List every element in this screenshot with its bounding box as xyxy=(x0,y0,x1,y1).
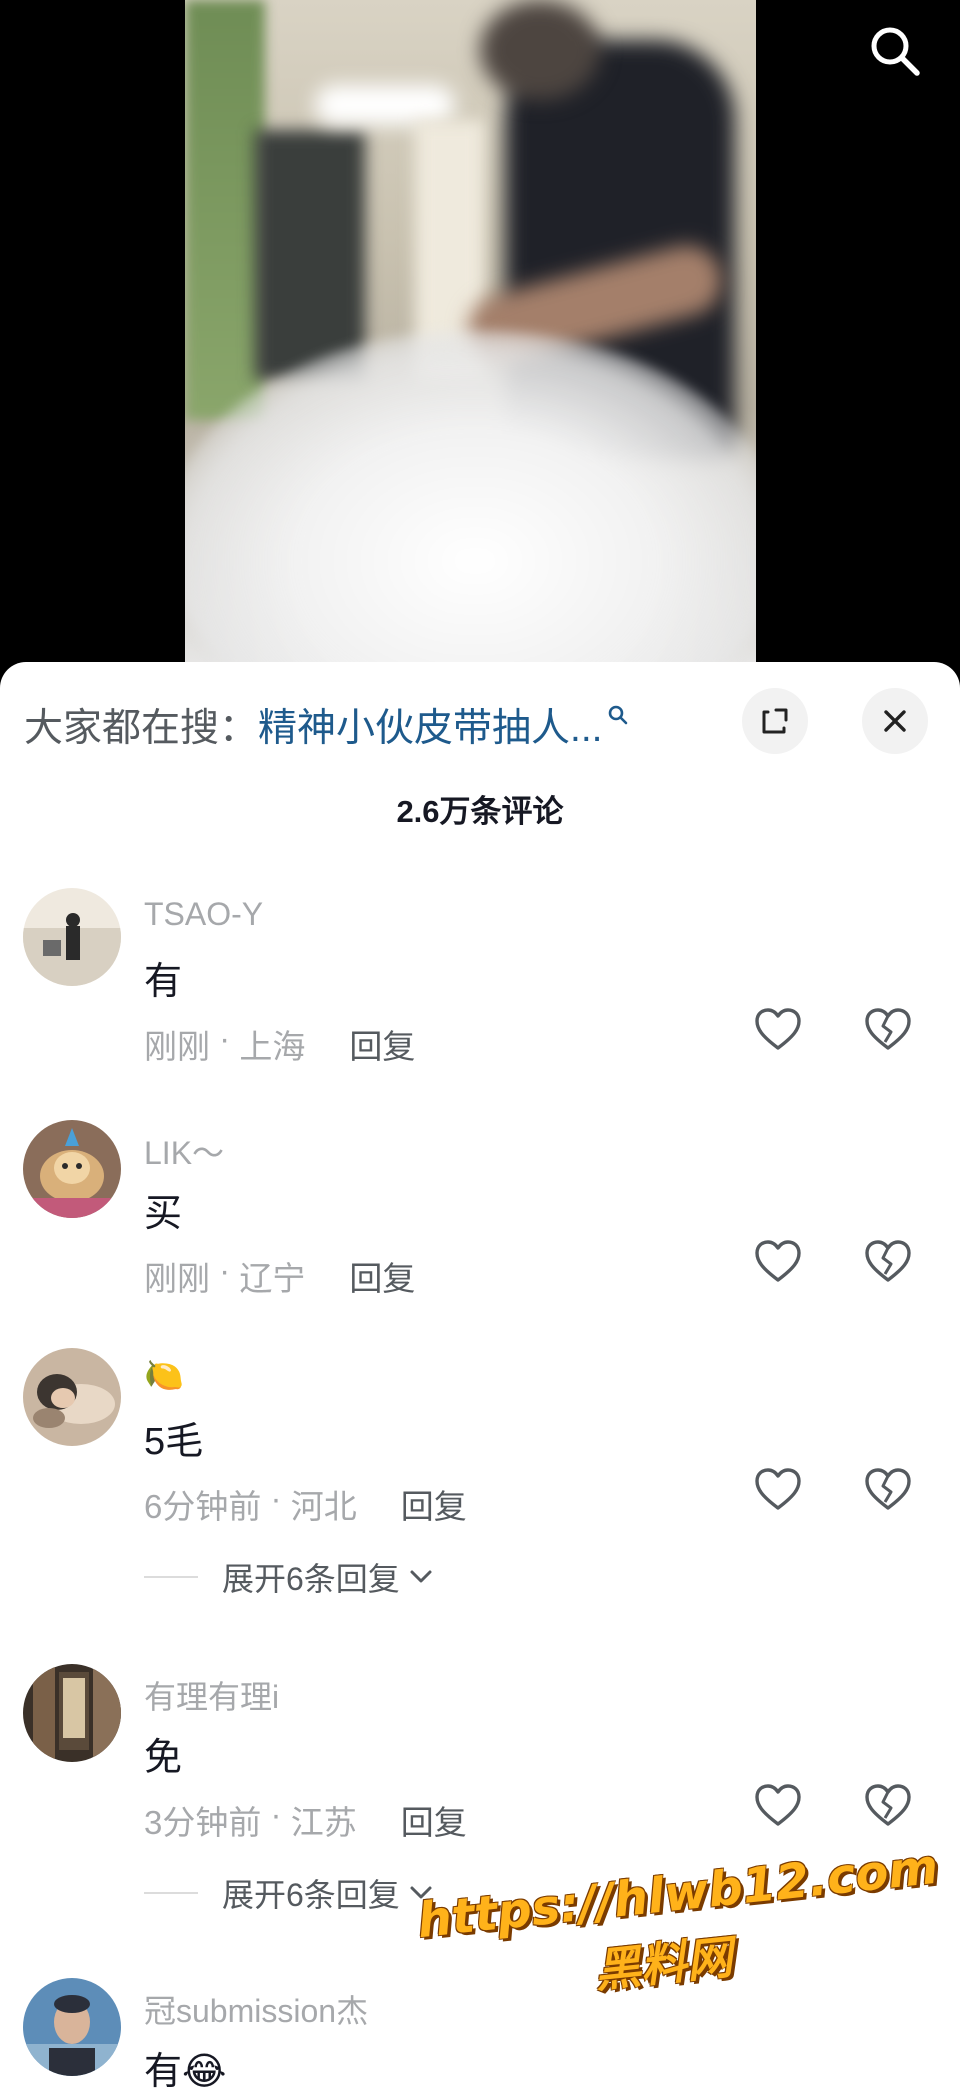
avatar[interactable] xyxy=(23,1348,121,1446)
comment-location: 河北 xyxy=(290,1488,357,1525)
dislike-broken-heart-icon[interactable] xyxy=(862,1236,914,1288)
expand-replies-button[interactable]: 展开6条回复 xyxy=(144,1870,436,1916)
comment-meta: 刚刚 · 上海 回复 xyxy=(144,1020,415,1068)
dislike-broken-heart-icon[interactable] xyxy=(862,1464,914,1516)
like-heart-icon[interactable] xyxy=(752,1464,804,1516)
comment-username[interactable]: 冠submission杰 xyxy=(144,1986,368,2032)
comment-location: 辽宁 xyxy=(239,1260,306,1297)
like-heart-icon[interactable] xyxy=(752,1780,804,1832)
hot-search-label: 大家都在搜： xyxy=(24,707,259,750)
expand-divider xyxy=(144,1892,198,1894)
meta-separator: · xyxy=(210,1252,240,1289)
comment-item: 🍋 5毛 6分钟前 · 河北 回复 展开6条回复 xyxy=(0,1348,960,1608)
expand-replies-label: 展开6条回复 xyxy=(222,1877,400,1913)
comment-username[interactable]: TSAO-Y xyxy=(144,896,263,933)
meta-separator: · xyxy=(261,1796,291,1833)
comment-item: 冠submission杰 有😂 xyxy=(0,1978,960,2090)
reply-button[interactable]: 回复 xyxy=(401,1796,467,1844)
avatar[interactable] xyxy=(23,1664,121,1762)
comment-username[interactable]: LIK～ xyxy=(144,1128,224,1174)
comment-item: LIK～ 买 刚刚 · 辽宁 回复 xyxy=(0,1120,960,1310)
expand-divider xyxy=(144,1576,198,1578)
comment-location: 上海 xyxy=(239,1028,306,1065)
comment-text: 有😂 xyxy=(144,2051,227,2090)
comment-text: 有 xyxy=(144,961,183,1003)
like-heart-icon[interactable] xyxy=(752,1236,804,1288)
meta-separator: · xyxy=(261,1480,291,1517)
comment-time: 刚刚 xyxy=(144,1260,210,1297)
expand-replies-label: 展开6条回复 xyxy=(222,1561,400,1597)
avatar[interactable] xyxy=(23,1120,121,1218)
expand-icon xyxy=(762,708,788,734)
hot-search-bar[interactable]: 大家都在搜： 精神小伙皮带抽人... xyxy=(24,700,629,750)
comment-time: 刚刚 xyxy=(144,1028,210,1065)
dislike-broken-heart-icon[interactable] xyxy=(862,1780,914,1832)
comment-meta: 刚刚 · 辽宁 回复 xyxy=(144,1252,415,1300)
reply-button[interactable]: 回复 xyxy=(349,1020,415,1068)
comment-item: 有理有理i 免 3分钟前 · 江苏 回复 展开6条回复 xyxy=(0,1664,960,1924)
comment-time: 3分钟前 xyxy=(144,1804,262,1841)
comment-text: 5毛 xyxy=(144,1421,204,1463)
comment-username[interactable]: 🍋 xyxy=(144,1356,184,1394)
comment-meta: 6分钟前 · 河北 回复 xyxy=(144,1480,467,1528)
close-sheet-button[interactable] xyxy=(862,688,928,754)
comment-text: 买 xyxy=(144,1193,183,1235)
comment-location: 江苏 xyxy=(290,1804,357,1841)
avatar[interactable] xyxy=(23,1978,121,2076)
search-icon xyxy=(871,27,920,76)
comment-meta: 3分钟前 · 江苏 回复 xyxy=(144,1796,467,1844)
video-player[interactable] xyxy=(0,0,960,680)
chevron-down-icon xyxy=(410,1886,432,1899)
comment-item: TSAO-Y 有 刚刚 · 上海 回复 xyxy=(0,888,960,1078)
dislike-broken-heart-icon[interactable] xyxy=(862,1004,914,1056)
comment-sheet: 大家都在搜： 精神小伙皮带抽人... 2.6万条评论 TSAO-Y 有 刚刚 ·… xyxy=(0,662,960,2090)
expand-sheet-button[interactable] xyxy=(742,688,808,754)
video-frame xyxy=(185,0,756,680)
close-icon xyxy=(884,710,906,732)
comment-time: 6分钟前 xyxy=(144,1488,262,1525)
like-heart-icon[interactable] xyxy=(752,1004,804,1056)
hot-search-keyword[interactable]: 精神小伙皮带抽人... xyxy=(258,697,603,753)
small-search-icon xyxy=(608,705,627,725)
comment-count: 2.6万条评论 xyxy=(396,794,564,829)
reply-button[interactable]: 回复 xyxy=(349,1252,415,1300)
reply-button[interactable]: 回复 xyxy=(401,1480,467,1528)
comment-text: 免 xyxy=(144,1737,183,1779)
meta-separator: · xyxy=(210,1020,240,1057)
expand-replies-button[interactable]: 展开6条回复 xyxy=(144,1554,436,1600)
comment-username[interactable]: 有理有理i xyxy=(144,1672,279,1718)
search-button[interactable] xyxy=(858,14,932,88)
avatar[interactable] xyxy=(23,888,121,986)
chevron-down-icon xyxy=(410,1570,432,1583)
